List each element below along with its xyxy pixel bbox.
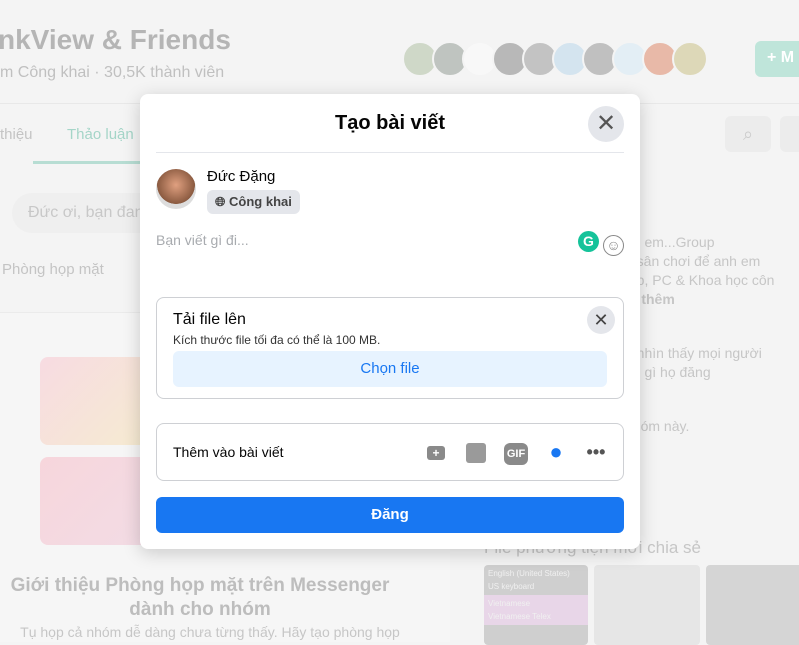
globe-icon: 🌐︎ (215, 194, 230, 209)
promo-description: Tụ họp cả nhóm dễ dàng chưa từng thấy. H… (20, 624, 400, 640)
tab-about[interactable]: thiệu (0, 126, 33, 143)
dialog-title: Tạo bài viết (334, 112, 446, 134)
close-icon[interactable]: ✕ (587, 306, 615, 334)
photo-icon[interactable] (463, 440, 489, 464)
group-subtitle: m Công khai · 30,5K thành viên (0, 64, 225, 81)
thumb-text: US keyboard (488, 582, 535, 591)
upload-title: Tải file lên (173, 311, 246, 328)
add-to-post-label: Thêm vào bài viết (173, 444, 284, 460)
more-button[interactable] (780, 116, 799, 152)
post-text-input[interactable]: Bạn viết gì đi... (156, 232, 249, 248)
about-text: ể nhìn thấy mọi người (625, 345, 762, 361)
upload-file-panel: Tải file lên Kích thước file tối đa có t… (156, 297, 624, 399)
close-icon[interactable]: ✕ (588, 106, 624, 142)
search-icon[interactable]: ⌕ (725, 116, 771, 152)
privacy-selector[interactable]: 🌐︎ Công khai (207, 190, 300, 214)
divider (156, 152, 624, 153)
room-button[interactable]: Phòng họp mặt (2, 261, 104, 278)
add-to-post-bar: Thêm vào bài viết + GIF ● ••• (156, 423, 624, 481)
tag-people-icon[interactable]: ● (543, 440, 569, 464)
emoji-icon[interactable]: ☺ (603, 235, 624, 256)
group-title: nkView & Friends (0, 24, 231, 55)
gif-icon[interactable]: GIF (503, 440, 529, 465)
media-thumbnail[interactable]: English (United States) US keyboard Viet… (484, 565, 588, 645)
post-button[interactable]: Đăng (156, 497, 624, 533)
create-post-dialog: Tạo bài viết ✕ Đức Đặng 🌐︎ Công khai Bạn… (140, 94, 640, 549)
grammarly-icon[interactable]: G (578, 231, 599, 252)
more-icon[interactable]: ••• (583, 440, 609, 464)
tab-discussion[interactable]: Thảo luận (67, 126, 134, 143)
member-avatars (402, 41, 708, 77)
user-name: Đức Đặng (207, 168, 276, 185)
avatar (672, 41, 708, 77)
privacy-label: Công khai (229, 194, 292, 209)
thumb-text: Vietnamese Telex (484, 612, 588, 625)
thumb-text: English (United States) (488, 569, 570, 578)
about-text: top, PC & Khoa học côn (625, 272, 775, 288)
media-thumbnail[interactable] (594, 565, 700, 645)
about-text: a sân chơi để anh em (625, 253, 761, 269)
active-tab-indicator (33, 161, 143, 164)
promo-title: Giới thiệu Phòng họp mặt trên Messenger … (10, 575, 390, 620)
join-button[interactable]: + M (755, 41, 799, 77)
video-icon[interactable]: + (423, 440, 449, 464)
media-thumbnail[interactable] (706, 565, 799, 645)
avatar (156, 169, 196, 209)
thumb-text: Vietnamese (484, 595, 588, 612)
choose-file-button[interactable]: Chọn file (173, 351, 607, 387)
upload-subtitle: Kích thước file tối đa có thể là 100 MB. (173, 333, 381, 347)
